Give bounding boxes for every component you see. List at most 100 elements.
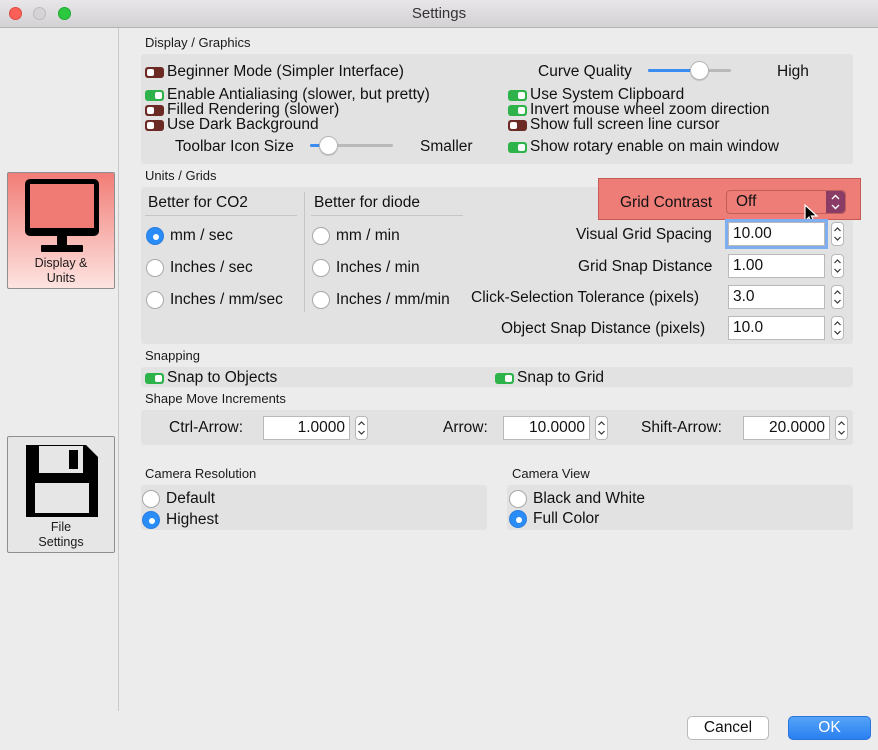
radio-inches-mm-min[interactable]: Inches / mm/min [312, 291, 450, 309]
select-chevrons-icon [826, 191, 845, 213]
radio-label: Default [166, 490, 216, 507]
toggle-on-icon [495, 372, 514, 384]
radio-unchecked-icon [312, 227, 330, 245]
toggle-on-icon [508, 104, 527, 116]
radio-unchecked-icon [146, 259, 164, 277]
grid-contrast-select[interactable]: Off [726, 190, 846, 214]
click-tolerance-label: Click-Selection Tolerance (pixels) [471, 289, 699, 306]
toolbar-smaller-label: Smaller [420, 138, 473, 155]
radio-label: mm / min [336, 227, 400, 244]
radio-label: Full Color [533, 510, 600, 527]
radio-unchecked-icon [142, 490, 160, 508]
curve-quality-label: Curve Quality [538, 63, 632, 80]
object-snap-stepper[interactable] [831, 316, 844, 340]
toolbar-icon-size-slider[interactable] [310, 136, 393, 155]
snap-objects-label: Snap to Objects [167, 369, 278, 386]
stepper-icon [838, 421, 845, 435]
stepper-icon [834, 259, 841, 273]
grid-contrast-label: Grid Contrast [620, 194, 713, 211]
toggle-on-icon [508, 141, 527, 153]
object-snap-label: Object Snap Distance (pixels) [501, 320, 706, 337]
toggle-on-icon [145, 89, 164, 101]
camera-view-section-title: Camera View [512, 466, 590, 481]
click-tolerance-stepper[interactable] [831, 285, 844, 309]
dark-background-label: Use Dark Background [167, 116, 319, 133]
grid-snap-stepper[interactable] [831, 254, 844, 278]
radio-checked-icon [146, 227, 164, 245]
sidebar-divider [118, 28, 119, 711]
camera-resolution-section-title: Camera Resolution [145, 466, 257, 481]
show-rotary-toggle[interactable]: Show rotary enable on main window [508, 138, 779, 156]
full-screen-cursor-label: Show full screen line cursor [530, 116, 720, 133]
radio-label: Inches / sec [170, 259, 253, 276]
toggle-off-icon [145, 104, 164, 116]
arrow-input[interactable]: 10.0000 [503, 416, 590, 440]
title-bar: Settings [0, 0, 878, 28]
ctrl-arrow-label: Ctrl-Arrow: [169, 419, 244, 436]
toggle-off-icon [508, 119, 527, 131]
radio-unchecked-icon [509, 490, 527, 508]
radio-view-black-white[interactable]: Black and White [509, 490, 645, 508]
shift-arrow-label: Shift-Arrow: [641, 419, 722, 436]
radio-mm-sec[interactable]: mm / sec [146, 227, 233, 245]
radio-label: mm / sec [170, 227, 233, 244]
visual-grid-spacing-stepper[interactable] [831, 222, 844, 246]
radio-view-full-color[interactable]: Full Color [509, 510, 599, 528]
radio-unchecked-icon [146, 291, 164, 309]
ok-button[interactable]: OK [788, 716, 871, 740]
full-screen-cursor-toggle[interactable]: Show full screen line cursor [508, 116, 720, 134]
shift-arrow-stepper[interactable] [835, 416, 848, 440]
diode-header: Better for diode [314, 194, 420, 211]
radio-resolution-highest[interactable]: Highest [142, 511, 219, 529]
ctrl-arrow-input[interactable]: 1.0000 [263, 416, 350, 440]
arrow-stepper[interactable] [595, 416, 608, 440]
grid-contrast-value: Off [736, 193, 757, 210]
toggle-off-icon [145, 66, 164, 78]
grid-snap-input[interactable]: 1.00 [728, 254, 825, 278]
sidebar-item-display-units[interactable]: Display & Units [7, 172, 115, 289]
display-section-title: Display / Graphics [145, 35, 251, 50]
radio-resolution-default[interactable]: Default [142, 490, 215, 508]
toggle-on-icon [508, 89, 527, 101]
dark-background-toggle[interactable]: Use Dark Background [145, 116, 319, 134]
stepper-icon [834, 321, 841, 335]
sidebar-item-file-settings[interactable]: File Settings [7, 436, 115, 553]
curve-quality-slider[interactable] [648, 61, 731, 80]
snap-objects-toggle[interactable]: Snap to Objects [145, 369, 277, 387]
shift-arrow-input[interactable]: 20.0000 [743, 416, 830, 440]
arrow-label: Arrow: [443, 419, 488, 436]
window-title: Settings [411, 5, 467, 22]
toolbar-icon-size-thumb[interactable] [319, 136, 338, 155]
radio-inches-min[interactable]: Inches / min [312, 259, 420, 277]
curve-quality-thumb[interactable] [690, 61, 709, 80]
curve-quality-high-label: High [777, 63, 809, 80]
radio-label: Inches / mm/min [336, 291, 450, 308]
snap-grid-label: Snap to Grid [517, 369, 605, 386]
snapping-section-title: Snapping [145, 348, 200, 363]
radio-inches-mm-sec[interactable]: Inches / mm/sec [146, 291, 283, 309]
stepper-icon [834, 227, 841, 241]
toolbar-icon-size-label: Toolbar Icon Size [175, 138, 294, 155]
sidebar-item-label: File Settings [38, 520, 84, 549]
monitor-icon [25, 179, 99, 252]
ctrl-arrow-stepper[interactable] [355, 416, 368, 440]
snap-grid-toggle[interactable]: Snap to Grid [495, 369, 604, 387]
stepper-icon [834, 290, 841, 304]
toggle-off-icon [145, 119, 164, 131]
visual-grid-spacing-input[interactable]: 10.00 [725, 219, 828, 249]
radio-mm-min[interactable]: mm / min [312, 227, 400, 245]
cancel-button[interactable]: Cancel [687, 716, 769, 740]
radio-label: Highest [166, 511, 219, 528]
stepper-icon [358, 421, 365, 435]
shape-move-section-title: Shape Move Increments [145, 391, 286, 406]
beginner-mode-toggle[interactable]: Beginner Mode (Simpler Interface) [145, 63, 404, 81]
radio-inches-sec[interactable]: Inches / sec [146, 259, 253, 277]
radio-label: Black and White [533, 490, 645, 507]
diode-header-underline [311, 215, 463, 216]
radio-unchecked-icon [312, 259, 330, 277]
radio-label: Inches / mm/sec [170, 291, 283, 308]
radio-checked-icon [509, 510, 527, 528]
co2-header-underline [145, 215, 297, 216]
object-snap-input[interactable]: 10.0 [728, 316, 825, 340]
click-tolerance-input[interactable]: 3.0 [728, 285, 825, 309]
